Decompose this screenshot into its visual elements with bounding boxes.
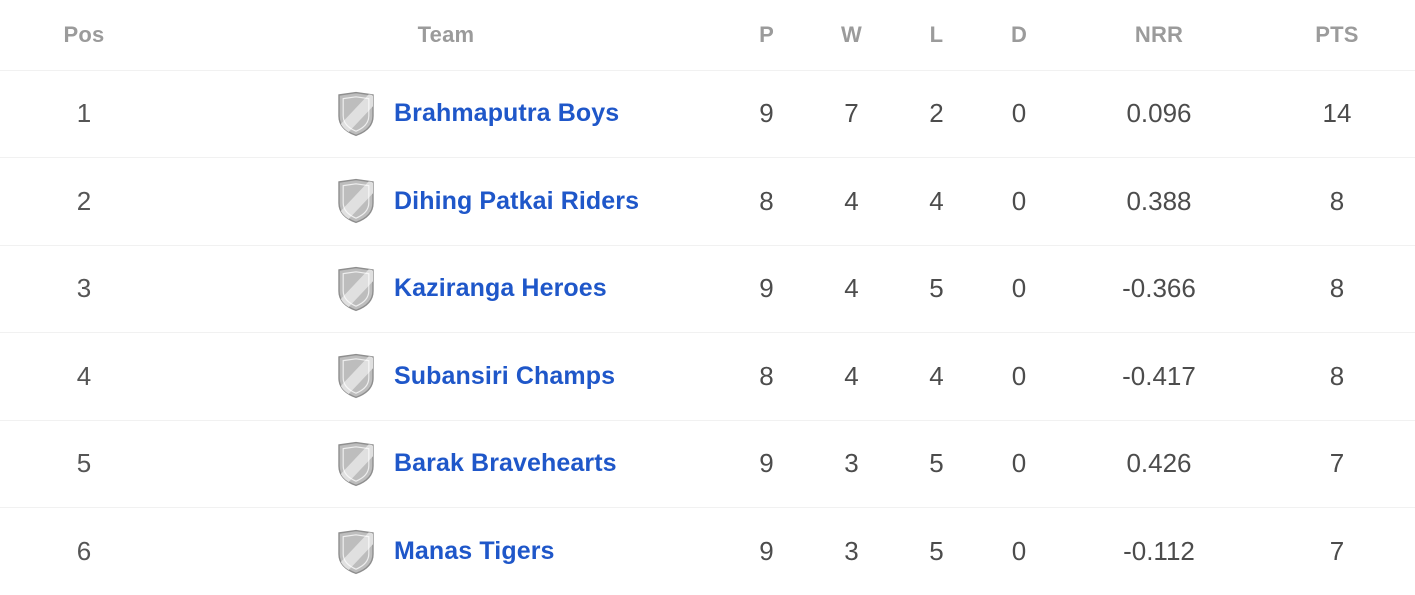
cell-nrr: -0.417 [1059,333,1259,421]
column-header-l: L [894,0,979,70]
team-name-link[interactable]: Barak Bravehearts [394,449,617,478]
table-row: 6 Manas Tigers 9 3 [0,508,1415,595]
table-row: 2 Dihing Patkai Riders 8 [0,158,1415,246]
column-header-team: Team [168,0,724,70]
cell-lost: 5 [894,508,979,595]
column-header-nrr: NRR [1059,0,1259,70]
table-row: 5 Barak Bravehearts 9 [0,420,1415,508]
column-header-p: P [724,0,809,70]
cell-points: 8 [1259,333,1415,421]
cell-position: 3 [0,245,168,333]
cell-won: 4 [809,158,894,246]
cell-lost: 5 [894,245,979,333]
team-wrapper: Barak Bravehearts [168,441,724,487]
cell-lost: 4 [894,333,979,421]
team-name-link[interactable]: Manas Tigers [394,537,555,566]
cell-team: Barak Bravehearts [168,420,724,508]
cell-played: 8 [724,333,809,421]
column-header-pts: PTS [1259,0,1415,70]
cell-draw: 0 [979,158,1059,246]
table-row: 4 Subansiri Champs 8 4 [0,333,1415,421]
cell-lost: 4 [894,158,979,246]
cell-lost: 2 [894,70,979,158]
team-wrapper: Manas Tigers [168,529,724,575]
team-wrapper: Brahmaputra Boys [168,91,724,137]
cell-points: 8 [1259,158,1415,246]
team-name-link[interactable]: Brahmaputra Boys [394,99,619,128]
cell-team: Kaziranga Heroes [168,245,724,333]
table-row: 3 Kaziranga Heroes 9 4 [0,245,1415,333]
cell-draw: 0 [979,70,1059,158]
cell-played: 9 [724,70,809,158]
column-header-d: D [979,0,1059,70]
shield-icon [336,441,376,487]
cell-draw: 0 [979,508,1059,595]
cell-team: Manas Tigers [168,508,724,595]
cell-team: Subansiri Champs [168,333,724,421]
cell-played: 9 [724,420,809,508]
team-wrapper: Dihing Patkai Riders [168,178,724,224]
table-body: 1 Brahmaputra Boys 9 7 [0,70,1415,595]
cell-points: 7 [1259,508,1415,595]
shield-icon [336,91,376,137]
cell-position: 4 [0,333,168,421]
cell-points: 7 [1259,420,1415,508]
cell-lost: 5 [894,420,979,508]
cell-team: Brahmaputra Boys [168,70,724,158]
cell-draw: 0 [979,333,1059,421]
cell-nrr: 0.096 [1059,70,1259,158]
shield-icon [336,266,376,312]
table-header: Pos Team P W L D NRR PTS [0,0,1415,70]
header-row: Pos Team P W L D NRR PTS [0,0,1415,70]
team-name-link[interactable]: Dihing Patkai Riders [394,187,639,216]
team-wrapper: Subansiri Champs [168,353,724,399]
cell-position: 1 [0,70,168,158]
shield-icon [336,178,376,224]
cell-points: 8 [1259,245,1415,333]
cell-team: Dihing Patkai Riders [168,158,724,246]
column-header-pos: Pos [0,0,168,70]
cell-points: 14 [1259,70,1415,158]
cell-position: 5 [0,420,168,508]
cell-nrr: -0.366 [1059,245,1259,333]
cell-won: 7 [809,70,894,158]
cell-nrr: 0.426 [1059,420,1259,508]
shield-icon [336,529,376,575]
shield-icon [336,353,376,399]
points-table: Pos Team P W L D NRR PTS 1 [0,0,1415,595]
cell-won: 4 [809,333,894,421]
cell-won: 3 [809,508,894,595]
table-row: 1 Brahmaputra Boys 9 7 [0,70,1415,158]
cell-draw: 0 [979,245,1059,333]
cell-position: 2 [0,158,168,246]
cell-won: 4 [809,245,894,333]
cell-played: 8 [724,158,809,246]
column-header-w: W [809,0,894,70]
team-wrapper: Kaziranga Heroes [168,266,724,312]
cell-nrr: 0.388 [1059,158,1259,246]
cell-position: 6 [0,508,168,595]
cell-won: 3 [809,420,894,508]
team-name-link[interactable]: Kaziranga Heroes [394,274,607,303]
cell-draw: 0 [979,420,1059,508]
cell-played: 9 [724,508,809,595]
cell-played: 9 [724,245,809,333]
team-name-link[interactable]: Subansiri Champs [394,362,615,391]
cell-nrr: -0.112 [1059,508,1259,595]
